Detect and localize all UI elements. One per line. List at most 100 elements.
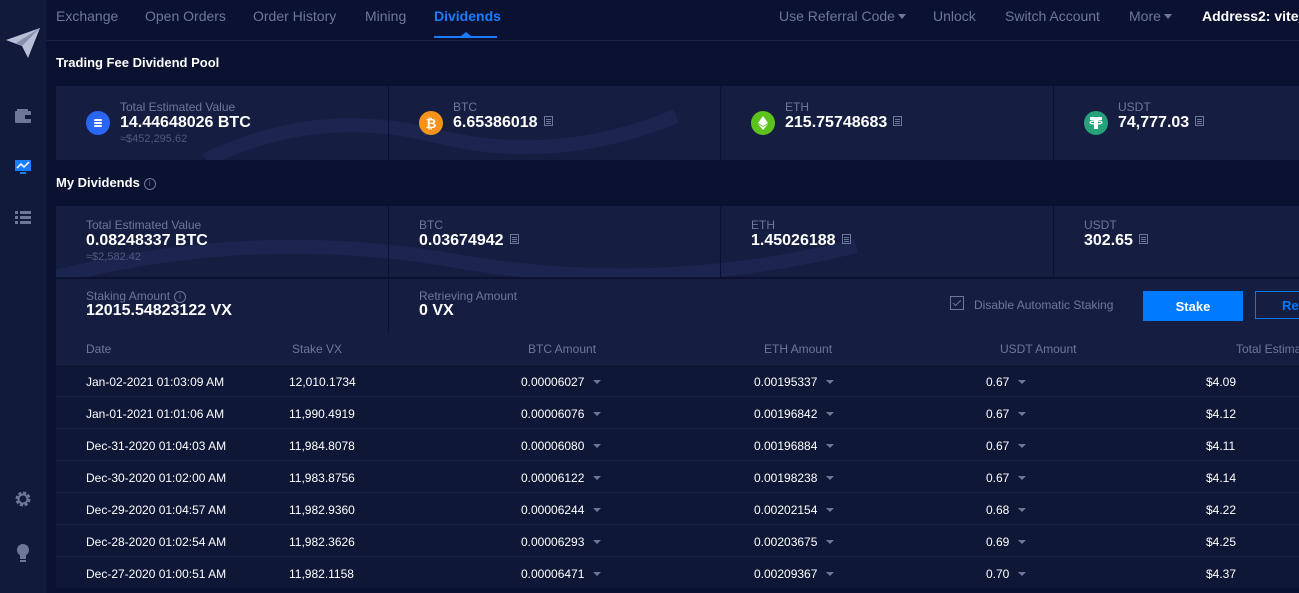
cell-btc-amount[interactable]: 0.00006076 — [521, 407, 602, 421]
cell-eth-amount[interactable]: 0.00198238 — [754, 471, 835, 485]
cell-total-estimated: $4.12 — [1206, 407, 1236, 421]
pool-eth-value: 215.75748683 — [785, 114, 888, 131]
cell-btc-amount[interactable]: 0.00006027 — [521, 375, 602, 389]
chevron-down-icon[interactable] — [826, 571, 835, 576]
nav-switch-account[interactable]: Switch Account — [1005, 8, 1100, 24]
chevron-down-icon[interactable] — [826, 539, 835, 544]
cell-usdt-amount[interactable]: 0.68 — [986, 503, 1027, 517]
chevron-down-icon[interactable] — [1018, 539, 1027, 544]
nav-more[interactable]: More — [1129, 8, 1172, 24]
pool-usdt-label: USDT — [1118, 100, 1151, 114]
cell-usdt-amount[interactable]: 0.69 — [986, 535, 1027, 549]
cell-eth-amount[interactable]: 0.00196884 — [754, 439, 835, 453]
cell-date-text: Dec-29-2020 01:04:57 AM — [86, 503, 227, 517]
list-icon[interactable] — [0, 209, 46, 225]
cell-stake-vx-text: 11,984.8078 — [289, 439, 355, 453]
stake-button[interactable]: Stake — [1143, 291, 1243, 321]
info-icon[interactable]: i — [143, 177, 156, 190]
chevron-down-icon[interactable] — [1018, 443, 1027, 448]
wallet-icon[interactable] — [0, 108, 46, 124]
cell-usdt-amount[interactable]: 0.67 — [986, 375, 1027, 389]
my-dividends-label: My Dividends — [56, 175, 140, 190]
cell-btc-amount-text: 0.00006244 — [521, 503, 585, 517]
auto-staking-label[interactable]: Disable Automatic Staking — [974, 298, 1113, 312]
chevron-down-icon[interactable] — [593, 379, 602, 384]
cell-stake-vx: 12,010.1734 — [289, 375, 356, 389]
col-eth-amount: ETH Amount — [764, 342, 833, 356]
detail-icon[interactable] — [1138, 233, 1148, 244]
cell-eth-amount-text: 0.00202154 — [754, 503, 818, 517]
chevron-down-icon[interactable] — [593, 475, 602, 480]
cell-usdt-amount[interactable]: 0.67 — [986, 407, 1027, 421]
cell-btc-amount[interactable]: 0.00006244 — [521, 503, 602, 517]
cell-eth-amount[interactable]: 0.00209367 — [754, 567, 835, 581]
chevron-down-icon[interactable] — [826, 411, 835, 416]
chevron-down-icon[interactable] — [1018, 475, 1027, 480]
my-btc-label: BTC — [419, 218, 443, 232]
cell-date-text: Jan-02-2021 01:03:09 AM — [86, 375, 225, 389]
pool-title: Trading Fee Dividend Pool — [56, 55, 220, 70]
cell-usdt-amount[interactable]: 0.67 — [986, 471, 1027, 485]
table-row: Dec-29-2020 01:04:57 AM 11,982.9360 0.0000… — [56, 492, 1299, 524]
nav-use-referral-code[interactable]: Use Referral Code — [779, 8, 906, 24]
cell-date: Dec-30-2020 01:02:00 AM — [86, 471, 226, 485]
chevron-down-icon[interactable] — [1018, 571, 1027, 576]
cell-eth-amount[interactable]: 0.00196842 — [754, 407, 835, 421]
detail-icon[interactable] — [543, 115, 553, 126]
cell-eth-amount[interactable]: 0.00195337 — [754, 375, 835, 389]
nav-mining[interactable]: Mining — [365, 8, 406, 24]
cell-usdt-amount-text: 0.68 — [986, 503, 1010, 517]
my-dividends-title: My Dividends i — [56, 175, 156, 190]
nav-dividends[interactable]: Dividends — [434, 8, 501, 24]
nav-exchange[interactable]: Exchange — [56, 8, 118, 24]
chevron-down-icon[interactable] — [593, 507, 602, 512]
detail-icon[interactable] — [841, 233, 851, 244]
nav-order-history[interactable]: Order History — [253, 8, 336, 24]
table-row: Jan-02-2021 01:03:09 AM 12,010.1734 0.0000… — [56, 364, 1299, 396]
cell-btc-amount[interactable]: 0.00006122 — [521, 471, 602, 485]
ref-button[interactable]: Ref — [1255, 291, 1299, 319]
detail-icon[interactable] — [509, 233, 519, 244]
cell-date: Dec-29-2020 01:04:57 AM — [86, 503, 226, 517]
nav-unlock[interactable]: Unlock — [933, 8, 976, 24]
nav-open-orders[interactable]: Open Orders — [145, 8, 226, 24]
cell-eth-amount[interactable]: 0.00203675 — [754, 535, 835, 549]
eth-coin-icon — [751, 111, 775, 135]
lightbulb-icon[interactable] — [0, 543, 46, 563]
divider — [720, 86, 721, 160]
divider — [1053, 86, 1054, 160]
cell-eth-amount-text: 0.00196842 — [754, 407, 818, 421]
cell-eth-amount[interactable]: 0.00202154 — [754, 503, 835, 517]
cell-btc-amount[interactable]: 0.00006293 — [521, 535, 602, 549]
cell-total-estimated: $4.22 — [1206, 503, 1236, 517]
gear-icon[interactable] — [0, 489, 46, 509]
chevron-down-icon[interactable] — [593, 539, 602, 544]
paper-plane-icon[interactable] — [0, 26, 46, 60]
trade-chart-icon[interactable] — [0, 159, 46, 175]
cell-usdt-amount[interactable]: 0.67 — [986, 439, 1027, 453]
divider — [388, 86, 389, 160]
table-row: Dec-31-2020 01:04:03 AM 11,984.8078 0.0000… — [56, 428, 1299, 460]
cell-usdt-amount-text: 0.67 — [986, 471, 1010, 485]
chevron-down-icon[interactable] — [1018, 411, 1027, 416]
chevron-down-icon[interactable] — [826, 475, 835, 480]
chevron-down-icon[interactable] — [826, 443, 835, 448]
cell-date-text: Dec-31-2020 01:04:03 AM — [86, 439, 227, 453]
detail-icon[interactable] — [1195, 115, 1205, 126]
chevron-down-icon[interactable] — [593, 411, 602, 416]
chevron-down-icon[interactable] — [826, 379, 835, 384]
chevron-down-icon[interactable] — [593, 571, 602, 576]
pool-btc-value-wrap: 6.65386018 — [453, 114, 553, 132]
btc-coin-icon: ₿ — [419, 111, 443, 135]
cell-btc-amount[interactable]: 0.00006080 — [521, 439, 602, 453]
cell-btc-amount[interactable]: 0.00006471 — [521, 567, 602, 581]
chevron-down-icon[interactable] — [593, 443, 602, 448]
address-display[interactable]: Address2: vite_ — [1202, 8, 1299, 24]
detail-icon[interactable] — [893, 115, 903, 126]
chevron-down-icon[interactable] — [826, 507, 835, 512]
chevron-down-icon[interactable] — [1018, 379, 1027, 384]
chevron-down-icon[interactable] — [1018, 507, 1027, 512]
auto-staking-checkbox[interactable] — [950, 296, 964, 310]
cell-usdt-amount[interactable]: 0.70 — [986, 567, 1027, 581]
my-total-label: Total Estimated Value — [86, 218, 202, 232]
